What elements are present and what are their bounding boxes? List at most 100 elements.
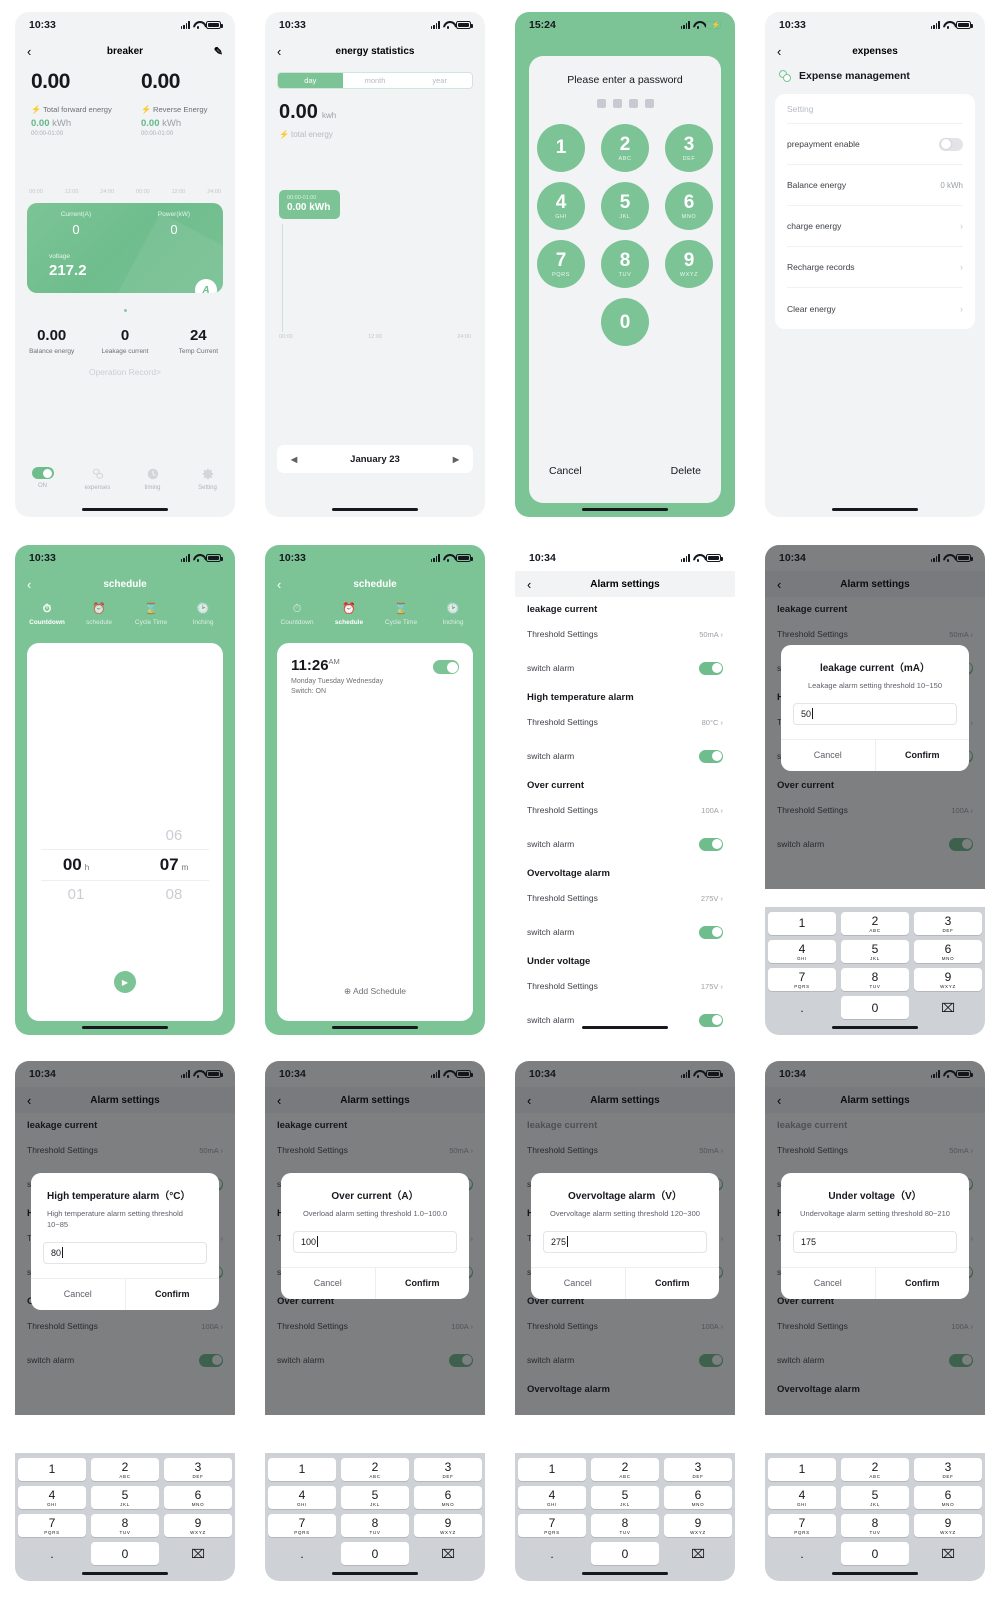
numpad-key-dot[interactable]: . <box>768 996 836 1019</box>
row-threshold-leakage[interactable]: Threshold Settings 50mA › <box>515 617 735 651</box>
numpad-key-5[interactable]: 5 JKL <box>841 1486 909 1509</box>
switch-toggle[interactable] <box>699 1013 723 1027</box>
key-8[interactable]: 8 TUV <box>601 240 649 288</box>
cancel-button[interactable]: Cancel <box>781 740 875 771</box>
segment-day[interactable]: day <box>278 73 343 88</box>
back-button[interactable]: ‹ <box>277 45 281 58</box>
numpad-key-1[interactable]: 1 <box>768 912 836 935</box>
numpad-key-7[interactable]: 7 PQRS <box>518 1514 586 1537</box>
live-reading-card[interactable]: Current(A) 0 Power(kW) 0 voltage 217.2 A <box>27 203 223 293</box>
numeric-keyboard[interactable]: 1 2 ABC 3 DEF 4 GHI 5 JKL 6 MNO 7 PQRS 8 TUV 9W… <box>15 1453 235 1581</box>
row-charge-energy[interactable]: charge energy › <box>787 206 963 247</box>
numpad-key-0[interactable]: 0 <box>841 1542 909 1565</box>
key-0[interactable]: 0 <box>601 298 649 346</box>
segment-month[interactable]: month <box>343 73 408 88</box>
operation-record-link[interactable]: Operation Record> <box>15 367 235 377</box>
confirm-button[interactable]: Confirm <box>874 739 970 771</box>
carousel-dots[interactable] <box>15 299 235 317</box>
numpad-backspace-icon[interactable]: ⌧ <box>664 1542 732 1565</box>
play-icon[interactable]: ▶ <box>114 971 136 993</box>
numpad-key-8[interactable]: 8 TUV <box>591 1514 659 1537</box>
numpad-key-2[interactable]: 2 ABC <box>91 1458 159 1481</box>
numpad-key-0[interactable]: 0 <box>841 996 909 1019</box>
threshold-input[interactable]: 100 <box>293 1230 457 1253</box>
time-picker[interactable]: 06 00 h 07 m 01 08 <box>27 827 223 903</box>
row-switch-leakage[interactable]: switch alarm <box>515 651 735 685</box>
back-button[interactable]: ‹ <box>777 1094 781 1107</box>
numpad-key-3[interactable]: 3 DEF <box>914 1458 982 1481</box>
numeric-keyboard[interactable]: 1 2 ABC 3 DEF 4 GHI 5 JKL 6 MNO 7 PQRS 8 TUV 9W… <box>265 1453 485 1581</box>
numpad-key-dot[interactable]: . <box>768 1542 836 1565</box>
prepayment-toggle[interactable] <box>939 137 963 151</box>
row-threshold-high-temp[interactable]: Threshold Settings 80°C › <box>515 705 735 739</box>
row-prepayment-enable[interactable]: prepayment enable <box>787 124 963 165</box>
numpad-key-6[interactable]: 6 MNO <box>164 1486 232 1509</box>
segment-year[interactable]: year <box>407 73 472 88</box>
tab-inching[interactable]: 🕑 Inching <box>427 603 479 626</box>
numpad-key-8[interactable]: 8 TUV <box>91 1514 159 1537</box>
cancel-button[interactable]: Cancel <box>531 1268 625 1299</box>
numpad-key-1[interactable]: 1 <box>18 1458 86 1481</box>
tab-inching[interactable]: 🕑 Inching <box>177 603 229 626</box>
numpad-key-dot[interactable]: . <box>18 1542 86 1565</box>
key-3[interactable]: 3 DEF <box>665 124 713 172</box>
schedule-list-item[interactable]: 11:26AM Monday Tuesday Wednesday Switch:… <box>277 643 473 695</box>
numpad-key-3[interactable]: 3 DEF <box>664 1458 732 1481</box>
numeric-keyboard[interactable]: 1 2 ABC 3 DEF 4 GHI 5 JKL 6 MNO 7 PQRS 8 TUV 9W… <box>515 1453 735 1581</box>
switch-toggle[interactable] <box>699 661 723 675</box>
numpad-key-9[interactable]: 9 WXYZ <box>914 1514 982 1537</box>
confirm-button[interactable]: Confirm <box>124 1278 220 1310</box>
tab-cycle-time[interactable]: ⌛ Cycle Time <box>375 603 427 626</box>
schedule-tabs[interactable]: ⏱ Countdown ⏰ schedule ⌛ Cycle Time 🕑 Inchin… <box>15 597 235 636</box>
cancel-button[interactable]: Cancel <box>31 1279 125 1310</box>
numpad-key-5[interactable]: 5 JKL <box>91 1486 159 1509</box>
row-recharge-records[interactable]: Recharge records › <box>787 247 963 288</box>
tab-on-toggle[interactable]: ON <box>15 467 70 491</box>
numpad-key-1[interactable]: 1 <box>268 1458 336 1481</box>
numpad-key-7[interactable]: 7 PQRS <box>18 1514 86 1537</box>
numpad-key-2[interactable]: 2 ABC <box>591 1458 659 1481</box>
back-button[interactable]: ‹ <box>277 578 281 591</box>
numeric-keyboard[interactable]: 1 2 ABC 3 DEF 4 GHI 5 JKL 6 MNO 7 PQRS 8 TUV 9W… <box>765 907 985 1035</box>
confirm-button[interactable]: Confirm <box>874 1267 970 1299</box>
numpad-key-0[interactable]: 0 <box>591 1542 659 1565</box>
switch-toggle[interactable] <box>699 749 723 763</box>
numpad-key-6[interactable]: 6 MNO <box>664 1486 732 1509</box>
tab-countdown[interactable]: ⏱ Countdown <box>271 603 323 626</box>
numpad-key-8[interactable]: 8 TUV <box>841 1514 909 1537</box>
delete-button[interactable]: Delete <box>671 465 701 477</box>
row-switch-high-temp[interactable]: switch alarm <box>515 739 735 773</box>
switch-toggle[interactable] <box>699 925 723 939</box>
numeric-keyboard[interactable]: 1 2 ABC 3 DEF 4 GHI 5 JKL 6 MNO 7 PQRS 8 TUV 9W… <box>765 1453 985 1581</box>
numpad-key-8[interactable]: 8 TUV <box>341 1514 409 1537</box>
cancel-button[interactable]: Cancel <box>781 1268 875 1299</box>
row-threshold-overvoltage[interactable]: Threshold Settings 275V › <box>515 881 735 915</box>
numpad-key-8[interactable]: 8 TUV <box>841 968 909 991</box>
numpad-key-1[interactable]: 1 <box>518 1458 586 1481</box>
numpad-key-0[interactable]: 0 <box>341 1542 409 1565</box>
numpad-key-2[interactable]: 2 ABC <box>841 912 909 935</box>
threshold-input[interactable]: 80 <box>43 1241 207 1264</box>
back-button[interactable]: ‹ <box>777 578 781 591</box>
back-button[interactable]: ‹ <box>777 45 781 58</box>
switch-toggle[interactable] <box>699 837 723 851</box>
back-button[interactable]: ‹ <box>27 45 31 58</box>
key-7[interactable]: 7 PQRS <box>537 240 585 288</box>
numpad-key-3[interactable]: 3 DEF <box>164 1458 232 1481</box>
cancel-button[interactable]: Cancel <box>549 465 582 477</box>
numpad-key-0[interactable]: 0 <box>91 1542 159 1565</box>
numpad-key-9[interactable]: 9 WXYZ <box>664 1514 732 1537</box>
row-clear-energy[interactable]: Clear energy › <box>787 288 963 329</box>
numpad-key-7[interactable]: 7 PQRS <box>268 1514 336 1537</box>
period-segmented-control[interactable]: day month year <box>277 72 473 89</box>
back-button[interactable]: ‹ <box>27 1094 31 1107</box>
numpad-key-dot[interactable]: . <box>268 1542 336 1565</box>
schedule-enable-toggle[interactable] <box>433 660 459 674</box>
threshold-input[interactable]: 275 <box>543 1230 707 1253</box>
threshold-input[interactable]: 50 <box>793 702 957 725</box>
tab-expenses[interactable]: expenses <box>70 467 125 491</box>
key-9[interactable]: 9 WXYZ <box>665 240 713 288</box>
numpad-key-4[interactable]: 4 GHI <box>768 940 836 963</box>
power-toggle-icon[interactable] <box>31 467 54 479</box>
numpad-backspace-icon[interactable]: ⌧ <box>414 1542 482 1565</box>
